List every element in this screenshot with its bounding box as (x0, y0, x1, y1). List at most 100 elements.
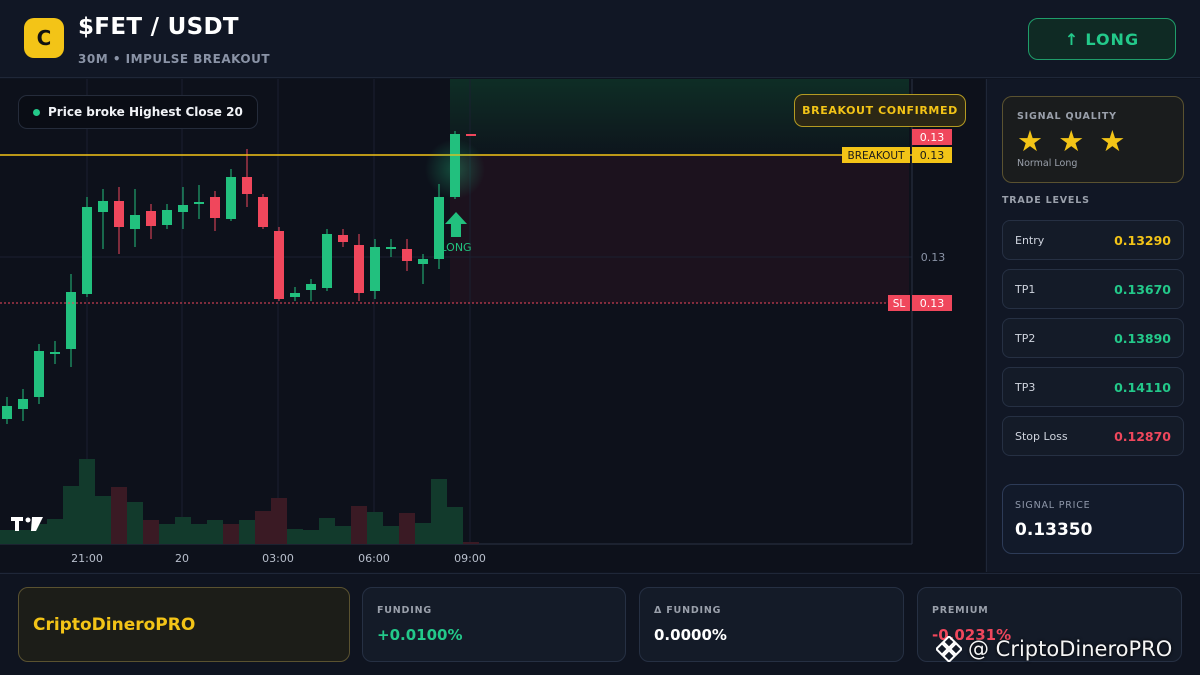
volume-bar (63, 486, 79, 544)
candle-body (258, 197, 268, 227)
volume-bar (175, 517, 191, 544)
volume-bar (271, 498, 287, 544)
trade-level-label: Stop Loss (1015, 429, 1068, 443)
candle-body (210, 197, 220, 218)
volume-bar (111, 487, 127, 544)
signal-price-card: SIGNAL PRICE 0.13350 (1002, 484, 1184, 554)
trade-level-tp2: TP2 0.13890 (1002, 318, 1184, 358)
time-label-20: 20 (175, 552, 189, 565)
signal-condition-pill: Price broke Highest Close 20 (18, 95, 258, 129)
premium-title: PREMIUM (932, 605, 989, 616)
candle-body (290, 293, 300, 297)
trade-level-stop-loss: Stop Loss 0.12870 (1002, 416, 1184, 456)
trade-level-value: 0.12870 (1114, 428, 1171, 444)
candles (2, 131, 476, 424)
timeframe-strategy-subtitle: 30M • IMPULSE BREAKOUT (78, 52, 271, 66)
funding-value: +0.0100% (377, 626, 463, 644)
volume-bar (239, 520, 255, 544)
trade-level-tp1: TP1 0.13670 (1002, 269, 1184, 309)
tradingview-logo (10, 515, 44, 538)
star-rating-icon: ★ ★ ★ (1017, 124, 1129, 158)
trade-level-label: Entry (1015, 233, 1045, 247)
volume-bar (143, 520, 159, 544)
candle-body (354, 245, 364, 293)
brand-logo: C (24, 18, 64, 58)
volume-bar (383, 526, 399, 544)
header: C $FET / USDT 30M • IMPULSE BREAKOUT ↑ L… (0, 0, 1200, 78)
long-button-label: LONG (1085, 29, 1140, 49)
volume-bars (0, 459, 479, 544)
candle-body (402, 249, 412, 261)
delta-funding-card: Δ FUNDING 0.0000% (639, 587, 904, 662)
volume-bar (127, 502, 143, 544)
app-root: C $FET / USDT 30M • IMPULSE BREAKOUT ↑ L… (0, 0, 1200, 675)
pair-title: $FET / USDT (78, 14, 239, 40)
watermark: @ CriptoDineroPRO (936, 636, 1172, 662)
axis-price-label: 0.13 (921, 251, 946, 264)
candle-body (162, 210, 172, 225)
watermark-text: @ CriptoDineroPRO (968, 637, 1173, 661)
time-label-0600: 06:00 (358, 552, 390, 565)
volume-bar (79, 459, 95, 544)
volume-bar (223, 524, 239, 544)
candle-body (418, 259, 428, 264)
candle-body (114, 201, 124, 227)
candle-body (338, 235, 348, 242)
signal-quality-card: SIGNAL QUALITY ★ ★ ★ Normal Long (1002, 96, 1184, 183)
candle-body (18, 399, 28, 409)
brand-card: CriptoDineroPRO (18, 587, 350, 662)
candle-body (306, 284, 316, 290)
candle-body (2, 406, 12, 419)
candle-body (50, 352, 60, 354)
breakout-tag-label: BREAKOUT (848, 150, 906, 162)
sl-zone (450, 155, 909, 303)
candle-body (82, 207, 92, 294)
candle-body (130, 215, 140, 229)
candle-body (466, 134, 476, 136)
volume-bar (95, 496, 111, 544)
breakout-confirmed-badge: BREAKOUT CONFIRMED (794, 94, 966, 127)
candle-body (370, 247, 380, 291)
tradingview-logo-icon (11, 517, 43, 531)
candle-body (34, 351, 44, 397)
candle-body (274, 231, 284, 299)
arrow-up-icon: ↑ (1064, 29, 1080, 49)
top-price-tag-label: 0.13 (920, 131, 945, 144)
long-marker-label: LONG (440, 241, 471, 254)
signal-price-title: SIGNAL PRICE (1015, 500, 1091, 511)
candle-body (98, 201, 108, 212)
long-button[interactable]: ↑ LONG (1028, 18, 1176, 60)
volume-bar (415, 523, 431, 544)
breakout-glow (425, 139, 485, 199)
volume-bar (255, 511, 271, 544)
price-chart[interactable]: LONG 0.13 BREAKOUT 0.13 0.13 SL 0.13 21:… (0, 79, 985, 572)
breakout-price-tag-label: 0.13 (920, 149, 945, 162)
trade-levels-title: TRADE LEVELS (1002, 195, 1090, 206)
binance-icon (936, 636, 962, 662)
candle-body (194, 202, 204, 204)
delta-funding-title: Δ FUNDING (654, 605, 722, 616)
funding-title: FUNDING (377, 605, 432, 616)
volume-bar (47, 519, 63, 544)
trade-level-label: TP1 (1015, 282, 1036, 296)
time-label-2100: 21:00 (71, 552, 103, 565)
funding-card: FUNDING +0.0100% (362, 587, 626, 662)
volume-bar (447, 507, 463, 544)
trade-level-entry: Entry 0.13290 (1002, 220, 1184, 260)
signal-quality-description: Normal Long (1017, 158, 1078, 169)
signal-quality-title: SIGNAL QUALITY (1017, 111, 1117, 122)
trade-level-value: 0.13290 (1114, 232, 1171, 248)
candlestick-chart-svg: LONG 0.13 BREAKOUT 0.13 0.13 SL 0.13 21:… (0, 79, 952, 565)
candle-body (178, 205, 188, 212)
candle-body (242, 177, 252, 194)
trade-level-label: TP3 (1015, 380, 1036, 394)
volume-bar (191, 524, 207, 544)
time-label-0300: 03:00 (262, 552, 294, 565)
candle-body (322, 234, 332, 288)
volume-bar (463, 542, 479, 544)
volume-bar (287, 529, 303, 544)
signal-price-value: 0.13350 (1015, 520, 1093, 540)
trade-level-value: 0.13890 (1114, 330, 1171, 346)
delta-funding-value: 0.0000% (654, 626, 727, 644)
candle-body (146, 211, 156, 226)
